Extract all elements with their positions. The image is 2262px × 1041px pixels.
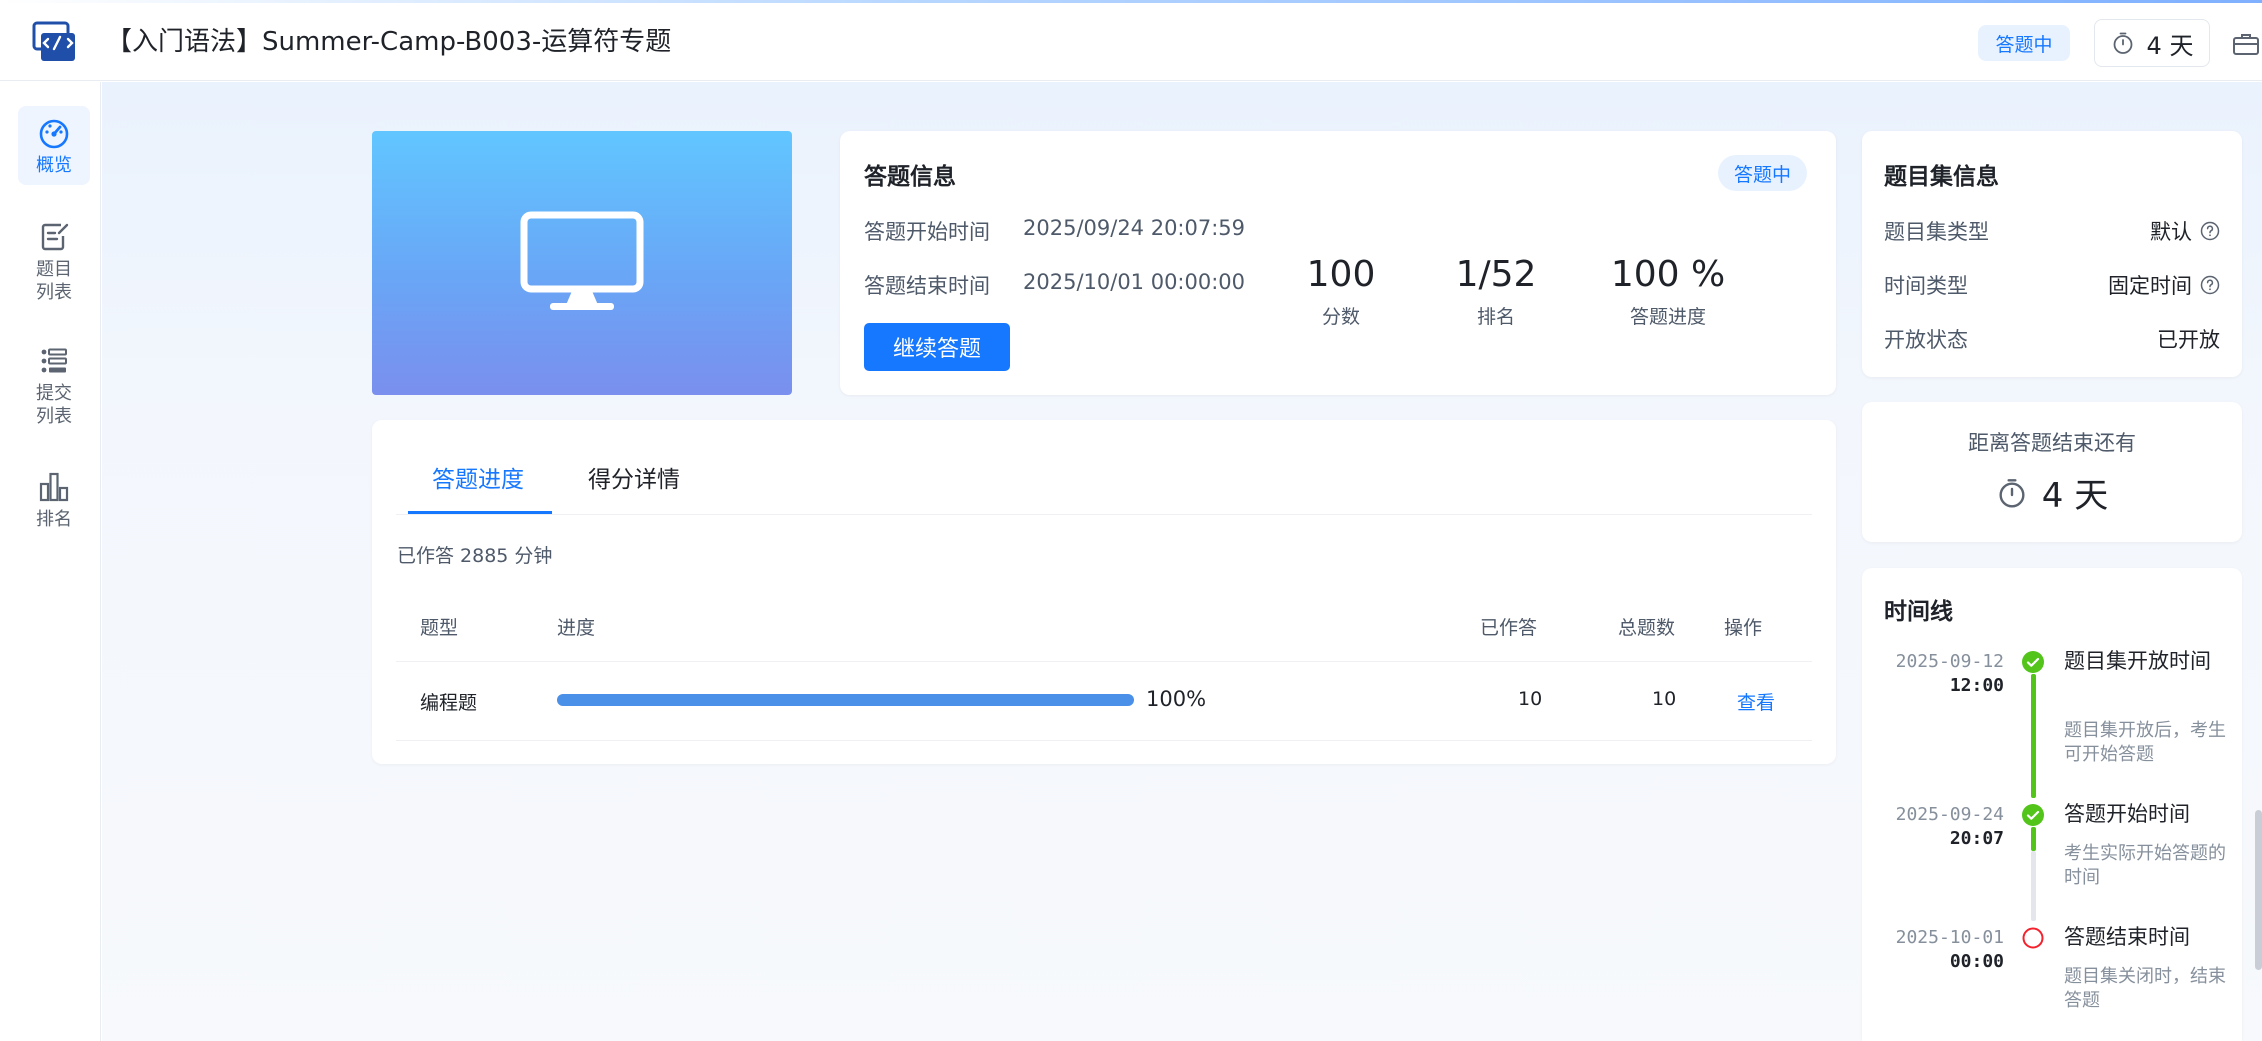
check-circle-icon [2022, 651, 2044, 673]
rank-stat: 1/52 排名 [1406, 253, 1586, 331]
sidebar: 概览 题目列表 提交列表 排名 [0, 82, 101, 1041]
elapsed-time-text: 已作答 2885 分钟 [397, 545, 553, 567]
end-time-label: 答题结束时间 [864, 274, 990, 298]
table-row-divider [396, 740, 1812, 741]
progress-bar-fill [557, 694, 1134, 706]
progress-bar [557, 694, 1134, 706]
timeline-date-day: 2025-09-24 [1895, 804, 2004, 825]
timeline-event-title: 答题开始时间 [2064, 802, 2190, 826]
tab-score-details[interactable]: 得分详情 [588, 460, 680, 494]
active-tab-indicator [408, 511, 552, 514]
progress-label: 答题进度 [1629, 306, 1706, 328]
time-type-value-group: 固定时间 [2108, 270, 2220, 300]
set-type-value: 默认 [2150, 220, 2192, 244]
countdown-badge: 4 天 [2094, 19, 2210, 67]
app-header: 【入门语法】Summer-Camp-B003-运算符专题 答题中 4 天 [0, 3, 2262, 81]
timeline-connector-pending [2031, 851, 2036, 921]
score-label: 分数 [1321, 306, 1360, 328]
stopwatch-icon [2113, 32, 2132, 54]
column-header-answered: 已作答 [1480, 617, 1538, 639]
rank-value: 1/52 [1455, 254, 1537, 295]
column-header-progress: 进度 [557, 617, 596, 639]
briefcase-icon[interactable] [2232, 31, 2260, 57]
edit-note-icon [41, 223, 69, 251]
check-circle-icon [2022, 804, 2044, 826]
countdown-title: 距离答题结束还有 [1968, 431, 2136, 455]
status-badge: 答题中 [1978, 25, 2070, 61]
bar-chart-icon [39, 472, 69, 502]
sidebar-item-overview[interactable]: 概览 [18, 106, 90, 185]
continue-answering-button[interactable]: 继续答题 [864, 323, 1010, 371]
timeline-date: 2025-10-01 00:00 [1876, 926, 2004, 974]
time-type-label: 时间类型 [1884, 274, 1968, 298]
open-status-value-group: 已开放 [2157, 324, 2220, 354]
tab-divider [396, 514, 1812, 515]
page-title: 【入门语法】Summer-Camp-B003-运算符专题 [106, 27, 672, 57]
time-type-value: 固定时间 [2108, 274, 2192, 298]
sidebar-item-label: 提交列表 [36, 383, 72, 427]
progress-value: 100 % [1610, 254, 1726, 295]
timeline-event-desc: 题目集关闭时，结束答题 [2064, 966, 2226, 1011]
answer-status-badge: 答题中 [1718, 155, 1808, 191]
table-header-divider [396, 661, 1812, 662]
countdown-text: 4 天 [2146, 31, 2194, 60]
help-icon[interactable] [2200, 221, 2220, 241]
progress-percent: 100% [1146, 687, 1207, 711]
timeline-date: 2025-09-12 12:00 [1876, 650, 2004, 698]
timeline-connector [2031, 674, 2036, 798]
tab-answer-progress[interactable]: 答题进度 [432, 460, 524, 494]
problem-set-cover [372, 131, 792, 395]
start-time-label: 答题开始时间 [864, 220, 990, 244]
timeline-event-title: 题目集开放时间 [2064, 649, 2211, 673]
list-icon [41, 348, 67, 373]
set-info-title: 题目集信息 [1884, 164, 1999, 190]
timeline-date-time: 20:07 [1949, 828, 2004, 849]
timeline-date: 2025-09-24 20:07 [1876, 803, 2004, 851]
column-header-type: 题型 [420, 617, 459, 639]
timeline-connector [2031, 827, 2036, 851]
column-header-total: 总题数 [1618, 617, 1676, 639]
timeline-title: 时间线 [1884, 599, 1953, 625]
countdown-value: 4 天 [2041, 476, 2109, 516]
score-stat: 100 分数 [1251, 253, 1431, 331]
rank-label: 排名 [1476, 306, 1515, 328]
question-type-cell: 编程题 [420, 692, 478, 714]
help-icon[interactable] [2200, 275, 2220, 295]
sidebar-item-submissions[interactable]: 提交列表 [18, 344, 90, 428]
sidebar-item-ranking[interactable]: 排名 [18, 470, 90, 531]
dashboard-icon [39, 119, 69, 149]
monitor-icon [520, 211, 644, 310]
timeline-date-day: 2025-09-12 [1895, 651, 2004, 672]
answered-count-cell: 10 [1518, 688, 1543, 710]
timeline-date-day: 2025-10-01 [1895, 927, 2004, 948]
sidebar-item-label: 题目列表 [36, 259, 72, 303]
end-time-value: 2025/10/01 00:00:00 [1023, 270, 1246, 294]
sidebar-item-questions[interactable]: 题目列表 [18, 220, 90, 304]
open-status-value: 已开放 [2157, 328, 2220, 352]
score-value: 100 [1306, 254, 1376, 295]
open-status-label: 开放状态 [1884, 328, 1968, 352]
start-time-value: 2025/09/24 20:07:59 [1023, 216, 1246, 240]
answer-info-title: 答题信息 [864, 164, 956, 190]
timeline-date-time: 12:00 [1949, 675, 2004, 696]
total-count-cell: 10 [1652, 688, 1677, 710]
progress-stat: 100 % 答题进度 [1578, 253, 1758, 331]
timeline-date-time: 00:00 [1949, 951, 2004, 972]
set-type-label: 题目集类型 [1884, 220, 1989, 244]
set-type-value-group: 默认 [2150, 216, 2220, 246]
scrollbar[interactable] [2255, 810, 2262, 970]
timeline-event-title: 答题结束时间 [2064, 925, 2190, 949]
view-link[interactable]: 查看 [1737, 688, 1775, 715]
sidebar-item-label: 概览 [36, 155, 72, 176]
timeline-event-desc: 考生实际开始答题的时间 [2064, 843, 2226, 888]
code-screen-logo-icon[interactable] [32, 21, 76, 63]
stopwatch-icon [1999, 478, 2025, 508]
countdown-value-group: 4 天 [1862, 468, 2242, 517]
timeline-event-desc: 题目集开放后，考生可开始答题 [2064, 720, 2226, 765]
pending-circle-icon [2022, 927, 2044, 949]
sidebar-item-label: 排名 [36, 509, 72, 530]
column-header-action: 操作 [1724, 617, 1763, 639]
